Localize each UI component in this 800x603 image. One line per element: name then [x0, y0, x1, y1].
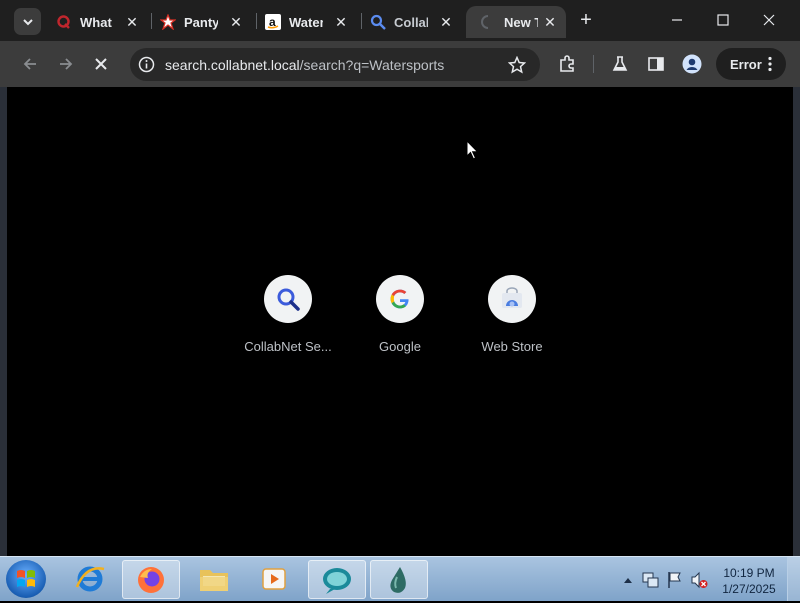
- maximize-icon: [717, 14, 729, 26]
- taskbar-media-player[interactable]: [246, 560, 302, 597]
- profile-error-chip[interactable]: Error: [716, 48, 786, 80]
- url-host: search.collabnet.local: [165, 57, 300, 73]
- labs-button[interactable]: [610, 54, 630, 74]
- shortcut-icon-tile: [488, 275, 536, 323]
- shortcut-icon-tile: [376, 275, 424, 323]
- shortcut-label: Web Store: [481, 339, 543, 354]
- close-icon[interactable]: ✕: [333, 14, 349, 30]
- chat-bubble-icon: [323, 567, 351, 594]
- arrow-left-icon: [23, 58, 36, 70]
- volume-muted-icon[interactable]: [690, 571, 708, 589]
- forward-button[interactable]: [55, 53, 77, 75]
- tab-water[interactable]: a Water ✕: [265, 6, 357, 38]
- network-icon[interactable]: [642, 571, 660, 589]
- arrow-right-icon: [60, 58, 73, 70]
- taskbar-firefox[interactable]: [122, 560, 180, 599]
- firefox-icon: [138, 566, 164, 593]
- taskbar-file-explorer[interactable]: [186, 560, 242, 597]
- url-text[interactable]: search.collabnet.local/search?q=Waterspo…: [165, 57, 444, 73]
- back-button[interactable]: [19, 53, 41, 75]
- url-path: /search?q=Watersports: [299, 57, 445, 73]
- windows-logo-icon: [17, 570, 35, 587]
- close-icon[interactable]: ✕: [228, 14, 244, 30]
- tab-search-button[interactable]: [14, 8, 41, 35]
- browser-window: What ✕ Panty ✕ a Water ✕ Collab ✕: [0, 0, 800, 556]
- window-close-button[interactable]: [754, 8, 784, 32]
- google-g-icon: [390, 289, 409, 309]
- toolbar: search.collabnet.local/search?q=Waterspo…: [0, 41, 800, 87]
- media-player-icon: [262, 567, 286, 590]
- star-burst-icon: [160, 14, 176, 30]
- close-icon[interactable]: ✕: [438, 14, 454, 30]
- toolbar-divider: [593, 55, 594, 73]
- maximize-button[interactable]: [708, 8, 738, 32]
- taskbar-pear-app[interactable]: [370, 560, 428, 599]
- tab-title: Water: [289, 14, 323, 30]
- shortcut-collabnet-search[interactable]: CollabNet Se...: [233, 275, 343, 354]
- close-icon[interactable]: ✕: [542, 14, 558, 30]
- show-desktop-button[interactable]: [787, 557, 800, 601]
- tab-panty[interactable]: Panty ✕: [160, 6, 252, 38]
- puzzle-piece-icon: [560, 55, 574, 72]
- tab-what[interactable]: What ✕: [56, 6, 148, 38]
- tab-new-tab[interactable]: New T ✕: [466, 6, 566, 38]
- chevron-down-icon: [22, 18, 33, 25]
- internet-explorer-icon: [75, 566, 105, 591]
- tab-divider: [151, 13, 152, 29]
- extensions-button[interactable]: [557, 54, 577, 74]
- web-store-icon: [502, 287, 522, 308]
- tab-strip: What ✕ Panty ✕ a Water ✕ Collab ✕: [0, 0, 800, 41]
- loading-spinner-icon: [480, 14, 496, 30]
- tab-title: What: [80, 14, 112, 30]
- side-panel-icon: [648, 57, 664, 71]
- site-info-icon[interactable]: [138, 56, 155, 73]
- stop-loading-button[interactable]: [90, 53, 112, 75]
- action-center-flag-icon[interactable]: [667, 571, 683, 589]
- side-panel-button[interactable]: [646, 54, 666, 74]
- window-border-left: [0, 87, 7, 556]
- shortcut-google[interactable]: Google: [345, 275, 455, 354]
- minimize-icon: [672, 19, 682, 21]
- error-chip-label: Error: [730, 57, 762, 72]
- avatar-icon: [682, 54, 702, 74]
- tab-collab[interactable]: Collab ✕: [370, 6, 462, 38]
- bookmark-star-icon[interactable]: [508, 56, 526, 74]
- flask-icon: [612, 56, 628, 71]
- shortcut-label: CollabNet Se...: [244, 339, 332, 354]
- search-magnifier-icon: [370, 14, 386, 30]
- tab-title: New T: [504, 14, 538, 30]
- new-tab-page: CollabNet Se... Google Web Store: [7, 87, 793, 556]
- window-border-right: [793, 87, 800, 556]
- shortcut-web-store[interactable]: Web Store: [457, 275, 567, 354]
- taskbar-chrome-app[interactable]: [308, 560, 366, 599]
- tab-title: Panty: [184, 14, 218, 30]
- shortcut-label: Google: [379, 339, 421, 354]
- close-icon[interactable]: ✕: [124, 14, 140, 30]
- clock-time: 10:19 PM: [723, 566, 775, 580]
- profile-button[interactable]: [682, 54, 702, 74]
- system-clock[interactable]: 10:19 PM 1/27/2025: [716, 565, 782, 597]
- tab-divider: [256, 13, 257, 29]
- start-button[interactable]: [6, 560, 46, 598]
- minimize-button[interactable]: [662, 8, 692, 32]
- quora-icon: [56, 14, 72, 30]
- chevron-up-icon[interactable]: [623, 576, 633, 584]
- more-menu-icon[interactable]: [768, 56, 772, 72]
- search-magnifier-icon: [277, 288, 300, 311]
- close-icon: [763, 14, 775, 26]
- shortcut-icon-tile: [264, 275, 312, 323]
- taskbar: 10:19 PM 1/27/2025: [0, 556, 800, 601]
- taskbar-internet-explorer[interactable]: [62, 560, 118, 597]
- close-icon: [95, 58, 107, 70]
- mouse-cursor-icon: [466, 140, 479, 160]
- teardrop-icon: [390, 566, 406, 593]
- tab-divider: [361, 13, 362, 29]
- address-bar[interactable]: search.collabnet.local/search?q=Waterspo…: [130, 48, 540, 81]
- tab-title: Collab: [394, 14, 428, 30]
- amazon-icon: a: [265, 14, 281, 30]
- clock-date: 1/27/2025: [722, 582, 776, 596]
- new-tab-button[interactable]: +: [576, 10, 596, 30]
- folder-icon: [200, 569, 228, 591]
